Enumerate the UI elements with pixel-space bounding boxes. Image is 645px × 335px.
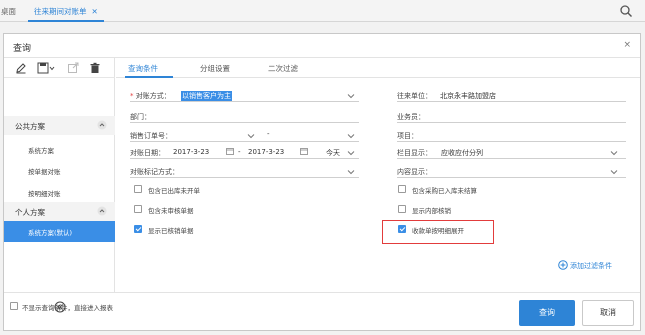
tab-query-conditions[interactable]: 查询条件 xyxy=(128,63,158,74)
checkbox-label: 显示内部核销 xyxy=(412,207,451,215)
content-display-label: 内容显示： xyxy=(397,168,432,176)
chevron-down-icon[interactable] xyxy=(347,169,355,175)
dialog-close-icon[interactable]: × xyxy=(623,40,631,50)
chevron-down-icon[interactable] xyxy=(347,150,355,156)
partner-label: 往来单位： xyxy=(397,92,432,100)
active-tab-indicator xyxy=(125,76,173,78)
chevron-down-icon[interactable] xyxy=(610,150,618,156)
search-icon[interactable] xyxy=(619,4,633,18)
tab-close-icon[interactable]: ✕ xyxy=(92,7,98,16)
scheme-toolbar xyxy=(4,58,115,78)
query-dialog: 查询 × 公共方案 系统方案 按单据对账 按明细对账 个人方案 系统方案(默认)… xyxy=(3,33,641,331)
dept-field[interactable] xyxy=(130,122,359,123)
checkbox-include-shipped-unbilled[interactable] xyxy=(134,185,142,193)
chevron-down-icon[interactable] xyxy=(247,133,255,139)
date-range-field xyxy=(130,158,359,159)
checkbox-show-written-off[interactable] xyxy=(134,225,142,233)
scheme-item-label: 系统方案(默认) xyxy=(28,229,73,237)
project-field[interactable] xyxy=(397,141,626,142)
checkbox-label: 收款单按明细展开 xyxy=(412,227,464,235)
column-display-value: 应收应付分列 xyxy=(441,149,483,157)
cancel-button[interactable]: 取消 xyxy=(582,300,634,326)
checkbox-label: 显示已核销单据 xyxy=(148,227,194,235)
checkbox-label: 包含已出库未开单 xyxy=(148,187,200,195)
scheme-item[interactable]: 按明细对账 xyxy=(28,188,61,198)
add-filter-label: 添加过滤条件 xyxy=(570,262,612,270)
divider xyxy=(4,292,640,293)
save-icon[interactable] xyxy=(37,62,55,74)
scheme-item[interactable]: 按单据对账 xyxy=(28,166,61,176)
reconcile-method-label: * 对账方式： xyxy=(130,92,171,100)
skip-query-label: 不显示查询条件，直接进入报表 xyxy=(22,304,113,312)
chevron-down-icon[interactable] xyxy=(347,133,355,139)
personal-scheme-section[interactable]: 个人方案 xyxy=(4,202,115,221)
export-icon[interactable] xyxy=(67,62,79,74)
partner-value: 北京永丰路加盟店 xyxy=(440,92,496,100)
top-tab-bar: 桌面 往来期间对账单 ✕ xyxy=(0,0,645,22)
reconcile-method-select[interactable] xyxy=(130,101,359,102)
chevron-down-icon[interactable] xyxy=(347,93,355,99)
date-label: 对账日期： xyxy=(130,149,165,157)
mark-method-label: 对账标记方式： xyxy=(130,168,179,176)
section-label: 个人方案 xyxy=(15,208,45,217)
checkbox-show-internal-writeoff[interactable] xyxy=(398,205,406,213)
dept-label: 部门： xyxy=(130,113,151,121)
scheme-panel: 公共方案 系统方案 按单据对账 按明细对账 个人方案 系统方案(默认) xyxy=(4,58,115,313)
salesman-field[interactable] xyxy=(397,122,626,123)
date-to-value[interactable]: 2017-3-23 xyxy=(248,148,284,156)
tab-reconciliation-statement[interactable]: 往来期间对账单 ✕ xyxy=(28,0,104,22)
chevron-down-icon[interactable] xyxy=(610,169,618,175)
reconcile-method-value: 以销售客户为主 xyxy=(181,91,232,101)
project-label: 项目： xyxy=(397,132,418,140)
checkbox-label: 包含未审核单据 xyxy=(148,207,194,215)
date-from-value[interactable]: 2017-3-23 xyxy=(173,148,209,156)
tab-desktop[interactable]: 桌面 xyxy=(1,6,16,17)
checkbox-label: 包含采购已入库未结算 xyxy=(412,187,477,195)
scheme-item-selected[interactable]: 系统方案(默认) xyxy=(4,221,115,242)
tab-secondary-filter[interactable]: 二次过滤 xyxy=(268,63,298,74)
checkbox-skip-query[interactable] xyxy=(10,302,18,310)
query-button[interactable]: 查询 xyxy=(519,300,575,326)
scheme-item[interactable]: 系统方案 xyxy=(28,145,54,155)
date-quick-value[interactable]: 今天 xyxy=(326,148,340,158)
checkbox-receipt-expand-detail[interactable] xyxy=(398,225,406,233)
calendar-icon[interactable] xyxy=(300,147,308,155)
sales-order-field[interactable] xyxy=(130,141,359,142)
partner-field[interactable] xyxy=(397,101,626,102)
chevron-up-icon[interactable] xyxy=(97,120,107,130)
mark-method-select[interactable] xyxy=(130,177,359,178)
edit-icon[interactable] xyxy=(15,62,27,74)
column-display-label: 栏目显示： xyxy=(397,149,432,157)
range-dash: - xyxy=(238,148,241,156)
section-label: 公共方案 xyxy=(15,122,45,131)
query-tabs: 查询条件 分组设置 二次过滤 xyxy=(116,58,640,78)
column-display-select[interactable] xyxy=(397,158,626,159)
delete-icon[interactable] xyxy=(89,62,101,74)
add-circle-icon xyxy=(558,260,568,270)
content-display-select[interactable] xyxy=(397,177,626,178)
tab-label: 往来期间对账单 xyxy=(34,7,87,16)
range-dash: - xyxy=(267,130,270,138)
tab-group-settings[interactable]: 分组设置 xyxy=(200,63,230,74)
public-scheme-section[interactable]: 公共方案 xyxy=(4,116,115,135)
checkbox-include-purchase-unsettled[interactable] xyxy=(398,185,406,193)
calendar-icon[interactable] xyxy=(226,147,234,155)
chevron-up-icon[interactable] xyxy=(97,206,107,216)
salesman-label: 业务员： xyxy=(397,113,425,121)
sales-order-label: 销售订单号： xyxy=(130,132,172,140)
dialog-title: 查询 xyxy=(13,44,32,54)
checkbox-include-unaudited[interactable] xyxy=(134,205,142,213)
